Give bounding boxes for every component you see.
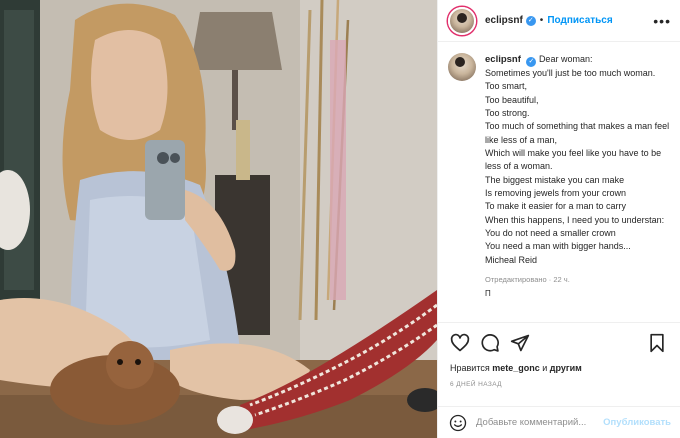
caption-area: eclipsnf ✓ Dear woman: Sometimes you'll …	[438, 43, 680, 321]
caption-text: eclipsnf ✓ Dear woman: Sometimes you'll …	[485, 53, 671, 321]
likes-summary: Нравится mete_gonc и другим	[450, 363, 582, 373]
follow-button[interactable]: Подписаться	[547, 15, 612, 26]
smiley-icon	[449, 414, 467, 431]
caption-line: Sometimes you'll just be too much woman.	[485, 68, 656, 78]
post-header: eclipsnf ✓ • Подписаться •••	[438, 0, 680, 42]
next-comment-truncated: П	[485, 288, 491, 298]
caption-line: Dear woman:	[538, 54, 593, 64]
likes-prefix: Нравится	[450, 363, 493, 373]
comment-bar: Опубликовать	[438, 406, 680, 438]
caption-username[interactable]: eclipsnf	[485, 54, 521, 65]
comment-input[interactable]	[476, 417, 616, 428]
action-bar	[438, 322, 680, 362]
save-button[interactable]	[645, 331, 669, 355]
caption-line: The biggest mistake you can make	[485, 174, 625, 185]
edited-timestamp: Отредактировано · 22 ч.	[485, 275, 570, 285]
caption-line: Too smart,	[485, 81, 528, 92]
caption-line: Too much of something that makes a man f…	[485, 121, 670, 145]
comment-button[interactable]	[478, 331, 502, 355]
likes-others-link[interactable]: другим	[550, 363, 582, 373]
photo-illustration	[0, 0, 437, 438]
share-button[interactable]	[508, 331, 532, 355]
heart-icon	[450, 333, 470, 351]
author-username[interactable]: eclipsnf	[485, 15, 523, 26]
verified-badge-icon: ✓	[526, 57, 537, 67]
caption-first-line: eclipsnf ✓ Dear woman:	[485, 53, 671, 67]
more-options-icon[interactable]: •••	[653, 13, 671, 29]
post-photo[interactable]	[0, 0, 437, 438]
author-avatar[interactable]	[448, 6, 476, 35]
caption-line: When this happens, I need you to underst…	[485, 214, 665, 225]
caption-line: Micheal Reid	[485, 254, 538, 265]
caption-line: Is removing jewels from your crown	[485, 188, 627, 199]
publish-button[interactable]: Опубликовать	[603, 417, 671, 428]
comment-icon	[481, 333, 499, 352]
verified-badge-icon: ✓	[525, 15, 536, 26]
bookmark-icon	[650, 333, 664, 352]
caption-line: You need a man with bigger hands...	[485, 241, 631, 252]
post-date: 6 ДНЕЙ НАЗАД	[450, 381, 502, 388]
caption-line: Too strong.	[485, 108, 530, 119]
like-button[interactable]	[448, 331, 472, 355]
caption-line: Too beautiful,	[485, 94, 539, 105]
caption-author-avatar[interactable]	[448, 53, 476, 81]
caption-line: You do not need a smaller crown	[485, 228, 616, 239]
post-side-panel: eclipsnf ✓ • Подписаться ••• eclipsnf ✓ …	[437, 0, 680, 438]
liker-username[interactable]: mete_gonc	[492, 363, 540, 373]
paper-plane-icon	[510, 334, 530, 351]
caption-line: To make it easier for a man to carry	[485, 201, 627, 212]
emoji-button[interactable]	[448, 413, 468, 433]
caption-line: Which will make you feel like you have t…	[485, 148, 662, 172]
likes-middle: и	[539, 363, 550, 373]
separator-dot: •	[539, 15, 544, 26]
